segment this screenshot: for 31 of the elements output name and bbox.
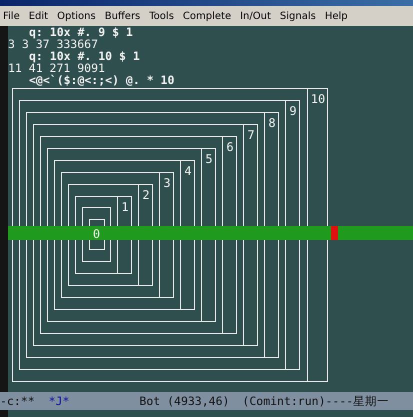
- output-line: 11 41 271 9091: [8, 62, 105, 74]
- box-label: 4: [184, 164, 192, 178]
- input-line: <@<`($:@<:;<) @. * 10: [28, 74, 176, 86]
- box-label: 3: [163, 176, 171, 190]
- menu-item[interactable]: Buffers: [104, 10, 140, 22]
- menu-item[interactable]: Help: [324, 10, 348, 22]
- box-label: 10: [310, 92, 326, 106]
- menu-item[interactable]: In/Out: [240, 10, 271, 22]
- menu-item[interactable]: Complete: [182, 10, 232, 22]
- mode-name: (Comint:run)----星期一: [242, 394, 390, 408]
- menu-item[interactable]: Tools: [149, 10, 174, 22]
- output-line: 3 3 37 333667: [8, 38, 100, 50]
- box-label: 0: [92, 227, 100, 241]
- cursor: [331, 226, 338, 240]
- box-label: 2: [142, 188, 150, 202]
- box-label: 1: [121, 200, 129, 214]
- menu-item[interactable]: Options: [57, 10, 96, 22]
- menu-item[interactable]: Signals: [280, 10, 316, 22]
- mode-line-flags: -c:**: [0, 394, 35, 408]
- box-label: 8: [268, 116, 276, 130]
- buffer-position: Bot (4933,46): [139, 394, 230, 408]
- fringe: [0, 410, 8, 417]
- box-label: 9: [289, 104, 297, 118]
- buffer-name: *J*: [48, 394, 70, 408]
- input-line: q: 10x #. 9 $ 1: [28, 26, 134, 38]
- box-label: 6: [226, 140, 234, 154]
- box-label: 5: [205, 152, 213, 166]
- menu-item[interactable]: File: [3, 10, 20, 22]
- box-label: 7: [247, 128, 255, 142]
- input-line: q: 10x #. 10 $ 1: [28, 50, 141, 62]
- menu-item[interactable]: Edit: [28, 10, 48, 22]
